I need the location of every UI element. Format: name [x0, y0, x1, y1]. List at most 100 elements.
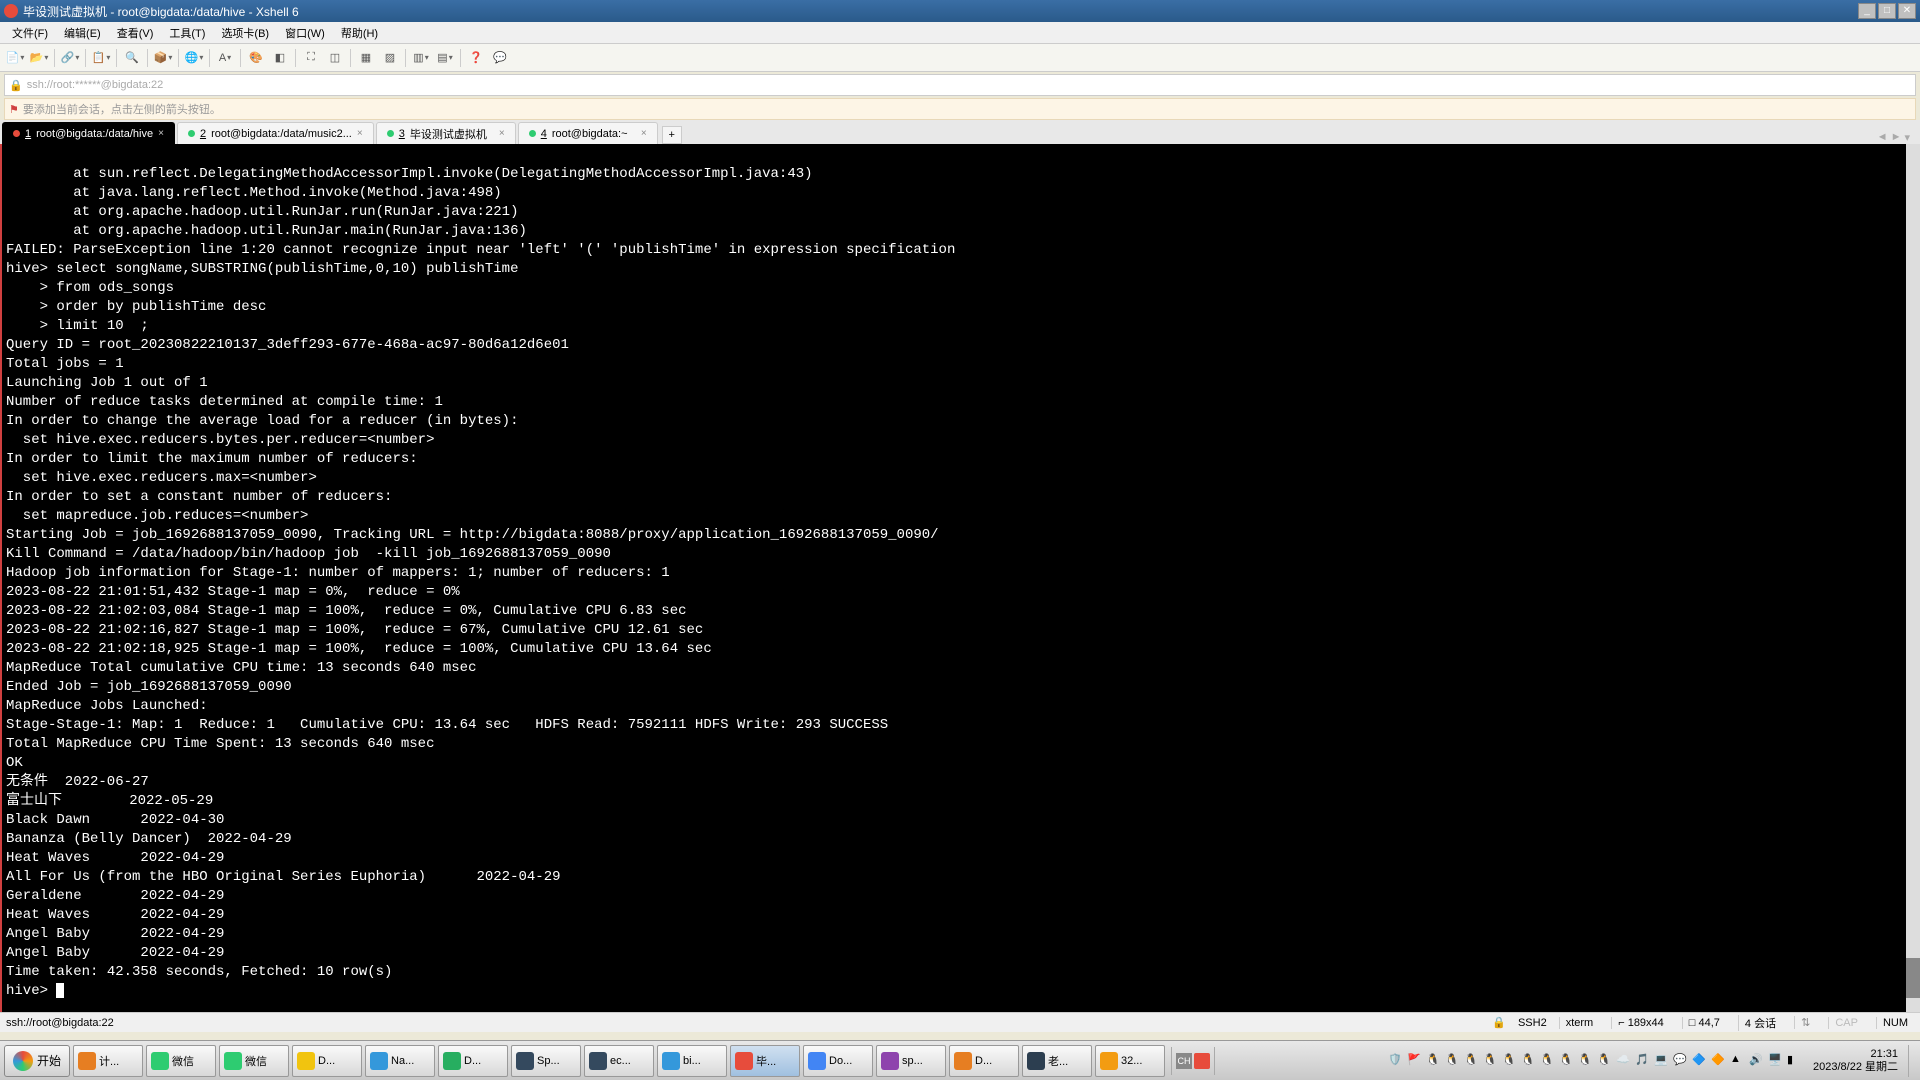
- tray-battery-icon[interactable]: ▮: [1787, 1053, 1803, 1069]
- close-button[interactable]: ✕: [1898, 3, 1916, 19]
- taskbar-item-3[interactable]: D...: [292, 1045, 362, 1077]
- cascade-icon[interactable]: ▤: [436, 49, 454, 67]
- tab-close-icon[interactable]: ×: [357, 128, 363, 139]
- menu-tabs[interactable]: 选项卡(B): [215, 23, 275, 43]
- tray-qq10-icon[interactable]: 🐧: [1597, 1053, 1613, 1069]
- task-label: 32...: [1121, 1055, 1142, 1067]
- lang-ch-icon[interactable]: CH: [1176, 1053, 1192, 1069]
- fullscreen-icon[interactable]: ⛶: [302, 49, 320, 67]
- tray-qq2-icon[interactable]: 🐧: [1445, 1053, 1461, 1069]
- session-tab-4[interactable]: 4root@bigdata:~×: [518, 122, 658, 144]
- session-tab-3[interactable]: 3毕设测试虚拟机×: [376, 122, 516, 144]
- open-icon[interactable]: 📂: [30, 49, 48, 67]
- tab-bar: 1root@bigdata:/data/hive×2root@bigdata:/…: [0, 120, 1920, 144]
- start-button[interactable]: 开始: [4, 1045, 70, 1077]
- app-icon: [1027, 1052, 1045, 1070]
- tray-wechat-icon[interactable]: 💬: [1673, 1053, 1689, 1069]
- taskbar-item-8[interactable]: bi...: [657, 1045, 727, 1077]
- minimize-button[interactable]: _: [1858, 3, 1876, 19]
- tab-next-icon[interactable]: ►: [1891, 131, 1902, 144]
- tray-qq3-icon[interactable]: 🐧: [1464, 1053, 1480, 1069]
- tray-qq5-icon[interactable]: 🐧: [1502, 1053, 1518, 1069]
- task-label: 毕...: [756, 1053, 776, 1069]
- tray-qq9-icon[interactable]: 🐧: [1578, 1053, 1594, 1069]
- menu-view[interactable]: 查看(V): [111, 23, 160, 43]
- help-icon[interactable]: ❓: [467, 49, 485, 67]
- app-icon: [516, 1052, 534, 1070]
- transfer-icon[interactable]: 📦: [154, 49, 172, 67]
- session-tab-1[interactable]: 1root@bigdata:/data/hive×: [2, 122, 175, 144]
- tab-close-icon[interactable]: ×: [641, 128, 647, 139]
- layout1-icon[interactable]: ▦: [357, 49, 375, 67]
- tray-app1-icon[interactable]: 🔷: [1692, 1053, 1708, 1069]
- tab-close-icon[interactable]: ×: [158, 128, 164, 139]
- globe-icon[interactable]: 🌐: [185, 49, 203, 67]
- transparent-icon[interactable]: ◫: [326, 49, 344, 67]
- taskbar-item-12[interactable]: D...: [949, 1045, 1019, 1077]
- taskbar-item-14[interactable]: 32...: [1095, 1045, 1165, 1077]
- status-updown-icon[interactable]: ⇅: [1794, 1016, 1816, 1029]
- color-icon[interactable]: 🎨: [247, 49, 265, 67]
- taskbar: 开始 计...微信微信D...Na...D...Sp...ec...bi...毕…: [0, 1040, 1920, 1080]
- tray-expand-icon[interactable]: ▲: [1730, 1053, 1746, 1069]
- layout2-icon[interactable]: ▨: [381, 49, 399, 67]
- reconnect-icon[interactable]: 🔗: [61, 49, 79, 67]
- tab-list-icon[interactable]: ▾: [1904, 131, 1910, 144]
- tray-qq7-icon[interactable]: 🐧: [1540, 1053, 1556, 1069]
- new-session-icon[interactable]: 📄: [6, 49, 24, 67]
- maximize-button[interactable]: □: [1878, 3, 1896, 19]
- menu-window[interactable]: 窗口(W): [279, 23, 331, 43]
- start-label: 开始: [37, 1052, 61, 1069]
- highlight-icon[interactable]: ◧: [271, 49, 289, 67]
- add-tab-button[interactable]: +: [662, 126, 682, 144]
- taskbar-item-11[interactable]: sp...: [876, 1045, 946, 1077]
- scrollbar-thumb[interactable]: [1906, 958, 1920, 998]
- taskbar-item-10[interactable]: Do...: [803, 1045, 873, 1077]
- scrollbar[interactable]: [1906, 144, 1920, 1012]
- ime-icon[interactable]: [1194, 1053, 1210, 1069]
- tray-shield-icon[interactable]: 🛡️: [1388, 1053, 1404, 1069]
- tray-qq6-icon[interactable]: 🐧: [1521, 1053, 1537, 1069]
- task-label: 微信: [172, 1053, 194, 1069]
- font-icon[interactable]: A: [216, 49, 234, 67]
- tile-icon[interactable]: ▥: [412, 49, 430, 67]
- taskbar-item-4[interactable]: Na...: [365, 1045, 435, 1077]
- taskbar-item-1[interactable]: 微信: [146, 1045, 216, 1077]
- menu-help[interactable]: 帮助(H): [335, 23, 384, 43]
- status-connection: ssh://root@bigdata:22: [6, 1017, 114, 1029]
- menu-edit[interactable]: 编辑(E): [58, 23, 107, 43]
- search-icon[interactable]: 🔍: [123, 49, 141, 67]
- taskbar-item-0[interactable]: 计...: [73, 1045, 143, 1077]
- session-tab-2[interactable]: 2root@bigdata:/data/music2...×: [177, 122, 374, 144]
- tray-cloud-icon[interactable]: ☁️: [1616, 1053, 1632, 1069]
- taskbar-item-13[interactable]: 老...: [1022, 1045, 1092, 1077]
- taskbar-clock[interactable]: 21:31 2023/8/22 星期二: [1807, 1048, 1904, 1074]
- copy-icon[interactable]: 📋: [92, 49, 110, 67]
- taskbar-item-6[interactable]: Sp...: [511, 1045, 581, 1077]
- tab-close-icon[interactable]: ×: [499, 128, 505, 139]
- address-text: ssh://root:******@bigdata:22: [27, 79, 164, 91]
- tray-flag-icon[interactable]: 🚩: [1407, 1053, 1423, 1069]
- tray-volume-icon[interactable]: 🔊: [1749, 1053, 1765, 1069]
- info-icon[interactable]: 💬: [491, 49, 509, 67]
- tray-qq8-icon[interactable]: 🐧: [1559, 1053, 1575, 1069]
- tray-net-icon[interactable]: 💻: [1654, 1053, 1670, 1069]
- taskbar-item-9[interactable]: 毕...: [730, 1045, 800, 1077]
- menu-tools[interactable]: 工具(T): [163, 23, 211, 43]
- tray-qq4-icon[interactable]: 🐧: [1483, 1053, 1499, 1069]
- tray-music-icon[interactable]: 🎵: [1635, 1053, 1651, 1069]
- separator: [405, 49, 406, 67]
- separator: [147, 49, 148, 67]
- menu-file[interactable]: 文件(F): [6, 23, 54, 43]
- flag-icon: ⚑: [9, 103, 19, 116]
- tray-network-icon[interactable]: 🖥️: [1768, 1053, 1784, 1069]
- tray-app2-icon[interactable]: 🔶: [1711, 1053, 1727, 1069]
- show-desktop-button[interactable]: [1908, 1045, 1916, 1077]
- address-bar[interactable]: 🔒 ssh://root:******@bigdata:22: [4, 74, 1916, 96]
- taskbar-item-5[interactable]: D...: [438, 1045, 508, 1077]
- taskbar-item-7[interactable]: ec...: [584, 1045, 654, 1077]
- taskbar-item-2[interactable]: 微信: [219, 1045, 289, 1077]
- tab-prev-icon[interactable]: ◄: [1877, 131, 1888, 144]
- terminal[interactable]: at sun.reflect.DelegatingMethodAccessorI…: [0, 144, 1920, 1012]
- tray-qq1-icon[interactable]: 🐧: [1426, 1053, 1442, 1069]
